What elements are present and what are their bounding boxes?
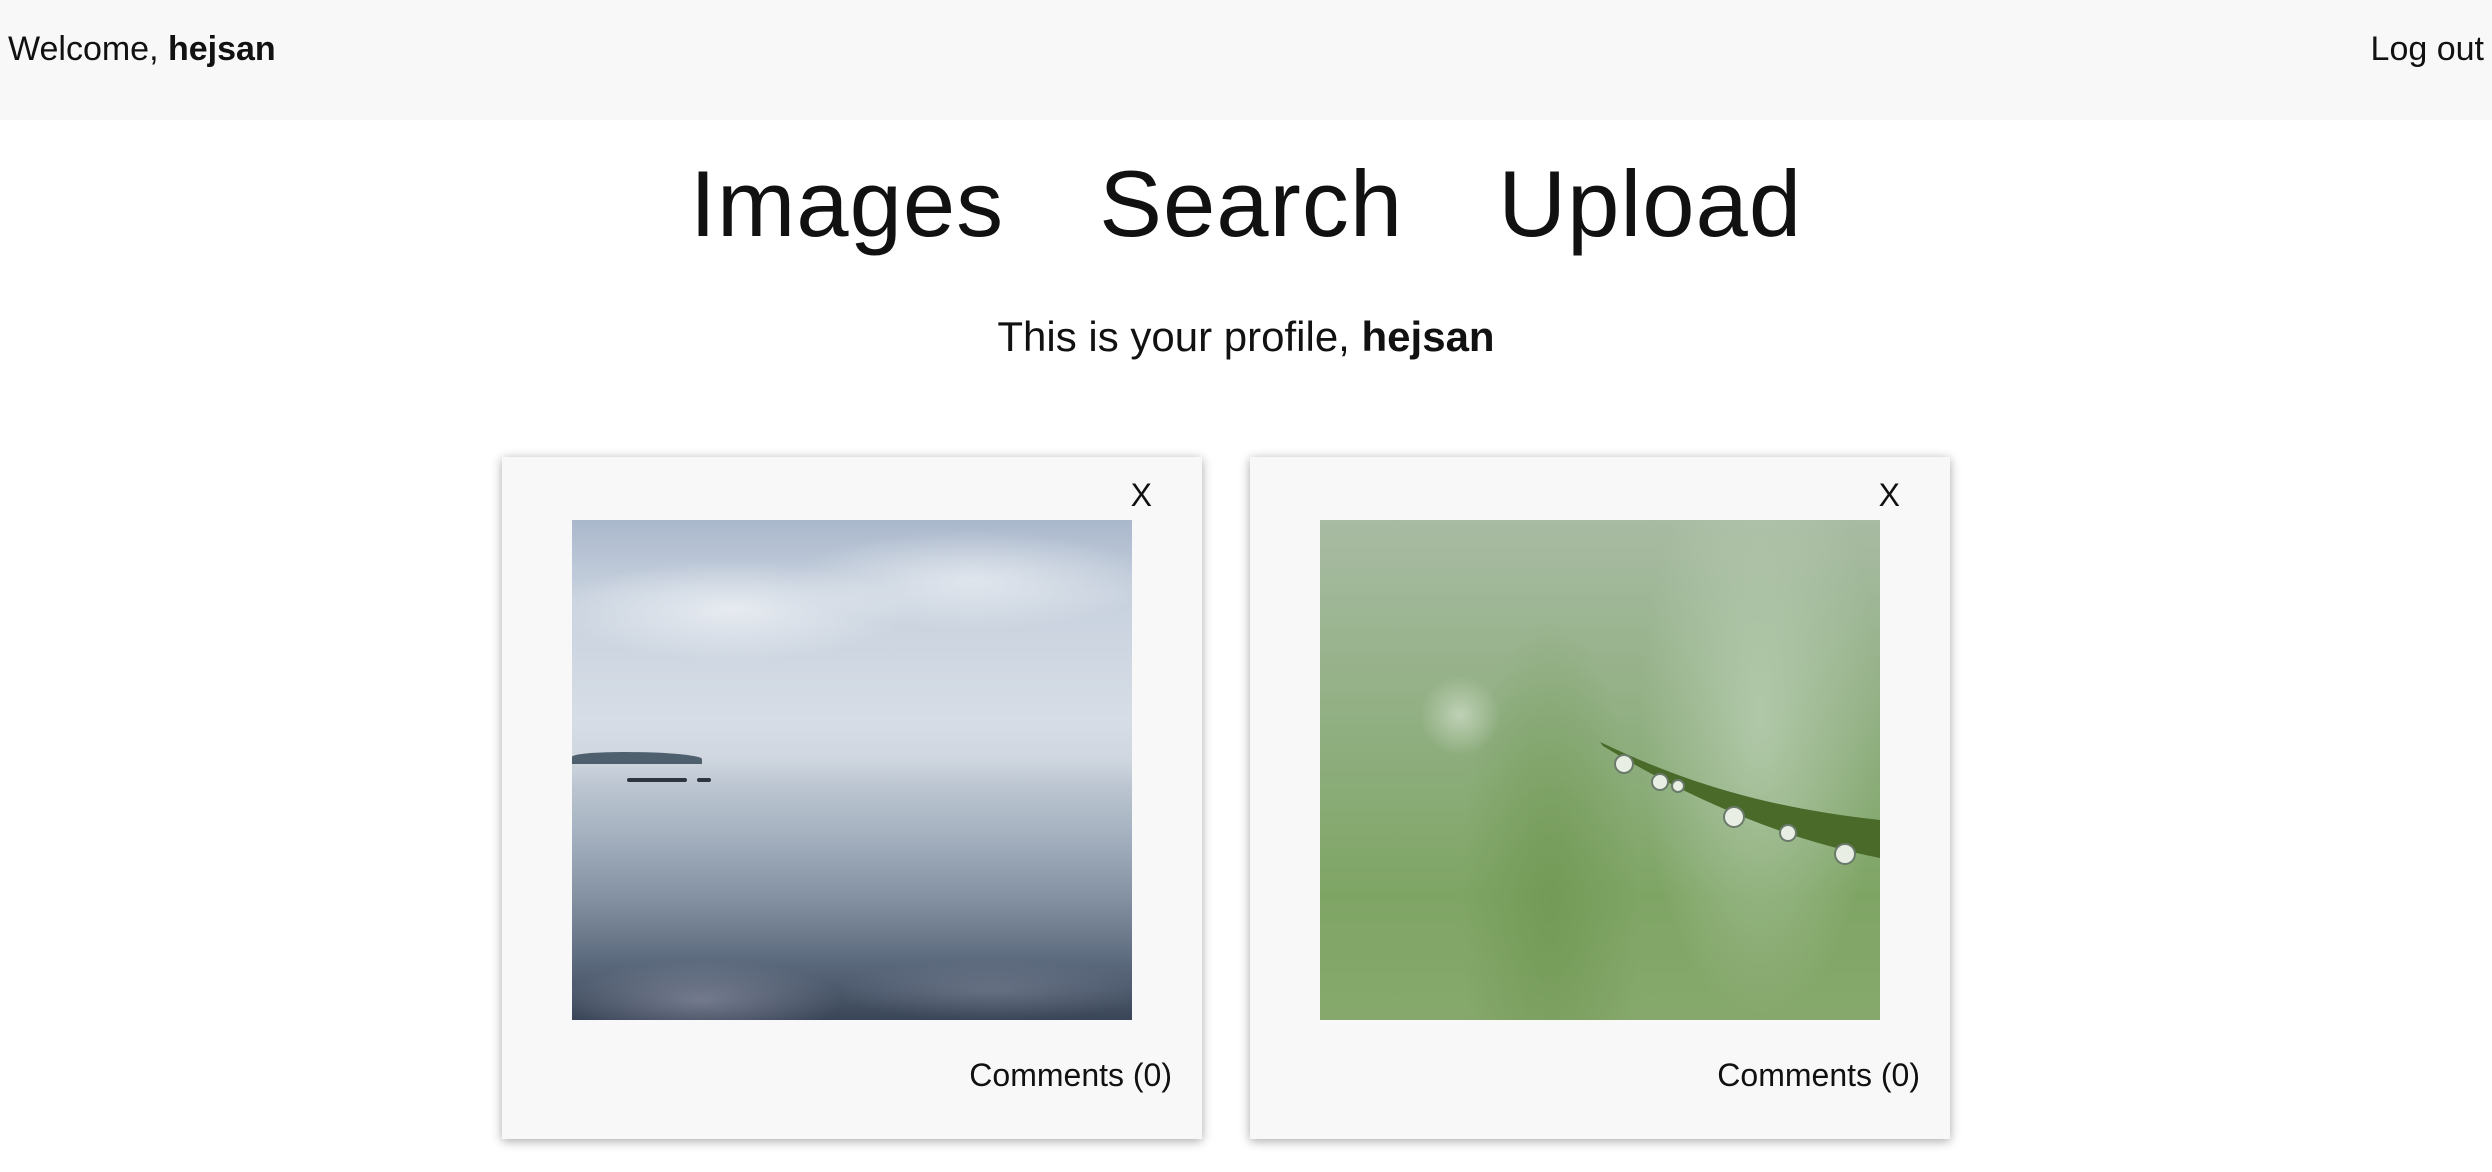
nav-images-link[interactable]: Images (690, 151, 1004, 256)
logout-link[interactable]: Log out (2371, 30, 2484, 69)
nav-search-link[interactable]: Search (1099, 151, 1403, 256)
delete-image-button[interactable]: X (1879, 477, 1900, 514)
delete-image-button[interactable]: X (1131, 477, 1152, 514)
welcome-username: hejsan (167, 30, 276, 68)
comments-link[interactable]: Comments (0) (1717, 1057, 1920, 1094)
dewdrop (1723, 806, 1745, 828)
image-thumbnail[interactable] (572, 520, 1132, 1020)
dewdrop (1651, 773, 1669, 791)
image-card: X Comments (0) (502, 457, 1202, 1139)
main-nav: Images Search Upload (0, 150, 2492, 258)
welcome-message: Welcome, hejsan (8, 30, 276, 69)
nav-upload-link[interactable]: Upload (1498, 151, 1802, 256)
profile-heading: This is your profile, hejsan (0, 313, 2492, 361)
dewdrop (1779, 824, 1797, 842)
island-shape (572, 752, 702, 764)
welcome-prefix: Welcome, (8, 30, 159, 68)
rock-shape (697, 778, 711, 782)
top-bar: Welcome, hejsan Log out (0, 0, 2492, 120)
comments-link[interactable]: Comments (0) (969, 1057, 1172, 1094)
sea-landscape-image (572, 520, 1132, 1020)
dewdrop (1614, 754, 1634, 774)
dewdrop (1671, 779, 1685, 793)
leaf-illustration (1600, 742, 1880, 865)
profile-username: hejsan (1361, 313, 1495, 360)
leaf-dewdrops-image (1320, 520, 1880, 1020)
dewdrop (1834, 843, 1856, 865)
image-card: X Comments (0) (1250, 457, 1950, 1139)
rock-shape (627, 778, 687, 782)
profile-prefix: This is your profile, (997, 313, 1350, 360)
image-thumbnail[interactable] (1320, 520, 1880, 1020)
leaf-blade (1600, 742, 1880, 858)
